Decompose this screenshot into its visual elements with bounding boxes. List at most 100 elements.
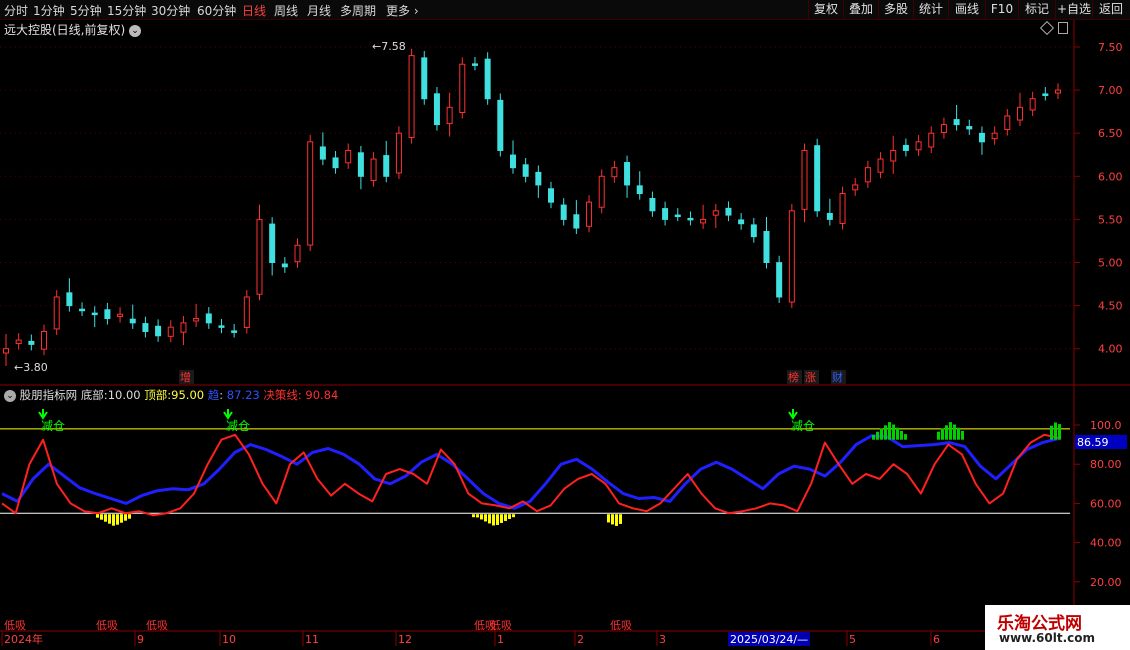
current-value-text: 86.59: [1077, 436, 1109, 449]
candle-body: [864, 167, 871, 183]
bottom-zone-bar: [508, 514, 511, 519]
bottom-zone-bar: [116, 514, 119, 525]
candle-body: [509, 154, 516, 169]
top-zone-bar: [937, 431, 940, 440]
bottom-zone-bar: [124, 514, 127, 521]
candle-body: [294, 244, 301, 263]
bottom-zone-bar: [120, 514, 123, 523]
indicator-tick-label: 40.00: [1090, 537, 1122, 550]
candle-body: [218, 325, 225, 328]
cursor-date-label: 2025/03/24/—: [730, 633, 808, 646]
candle-body: [269, 223, 276, 263]
price-tick-label: 4.50: [1098, 300, 1123, 313]
candle-body: [231, 330, 238, 333]
chart-canvas[interactable]: 7.50 7.00 6.50 6.00 5.50 5.00 4.50 4.00 ←7.58 ←3.…: [0, 0, 1130, 650]
top-zone-bar: [904, 434, 907, 440]
candle-body: [41, 330, 48, 350]
candle-body: [408, 55, 415, 139]
top-zone-bar: [953, 424, 956, 440]
candle-body: [459, 63, 466, 114]
time-tick-label: 5: [849, 633, 856, 646]
candle-body: [636, 185, 643, 195]
candle-body: [826, 212, 833, 220]
candle-body: [1016, 106, 1023, 121]
top-zone-bar: [949, 422, 952, 440]
buy-signal-label: 低吸: [610, 619, 632, 632]
buy-signal-label: 低吸: [96, 619, 118, 632]
sell-arrow-icon: [38, 409, 48, 420]
event-mark: 财: [832, 370, 843, 384]
price-tick-label: 7.50: [1098, 41, 1123, 54]
time-tick-label: 2: [577, 633, 584, 646]
price-tick-label: 7.00: [1098, 84, 1123, 97]
candle-body: [15, 339, 22, 345]
bottom-zone-bar: [104, 514, 107, 522]
candle-body: [725, 207, 732, 216]
bottom-zone-bar: [492, 514, 495, 526]
time-tick-label: 12: [398, 633, 412, 646]
candle-body: [611, 167, 618, 178]
event-mark: 涨: [805, 371, 816, 384]
bottom-zone-bar: [480, 514, 483, 520]
candle-body: [814, 145, 821, 212]
candle-body: [307, 141, 314, 246]
bottom-zone-bar: [512, 514, 515, 518]
candle-body: [433, 93, 440, 126]
candle-body: [852, 184, 859, 191]
indicator-tick-label: 60.00: [1090, 497, 1122, 510]
top-zone-bar: [945, 425, 948, 440]
candle-body: [1055, 89, 1061, 94]
top-zone-bar: [896, 427, 899, 440]
candle-body: [750, 224, 757, 238]
price-tick-label: 6.50: [1098, 127, 1123, 140]
candle-body: [1042, 93, 1049, 96]
candle-body: [155, 325, 162, 337]
decision-line-red: [1, 433, 1059, 517]
time-tick-label: 3: [659, 633, 666, 646]
top-zone-bar: [961, 430, 964, 440]
bottom-zone-bar: [619, 514, 622, 524]
price-tick-label: 5.00: [1098, 257, 1123, 270]
top-zone-bar: [888, 422, 891, 440]
time-tick-label: 9: [137, 633, 144, 646]
top-zone-bar: [880, 428, 883, 440]
indicator-header: ⌄ 股朋指标网 底部:10.00 顶部:95.00 趋: 87.23 决策线: …: [4, 387, 338, 403]
candle-body: [243, 296, 250, 328]
sell-arrow-icon: [223, 409, 233, 420]
candle-body: [497, 99, 504, 151]
price-tick-label: 5.50: [1098, 213, 1123, 226]
candle-body: [890, 149, 897, 162]
candle-body: [966, 126, 973, 130]
top-zone-bar: [876, 431, 879, 440]
time-tick-label: 6: [933, 633, 940, 646]
candle-body: [193, 318, 200, 322]
buy-signal-label: 低吸: [4, 619, 26, 632]
candle-body: [3, 348, 9, 354]
low-price-label: ←3.80: [14, 361, 48, 374]
candle-body: [801, 149, 808, 210]
candle-body: [1004, 115, 1011, 131]
candle-body: [471, 63, 478, 66]
candle-body: [662, 208, 669, 220]
candle-body: [28, 340, 35, 345]
candle-body: [319, 146, 326, 160]
top-zone-bar: [884, 425, 887, 440]
candle-body: [902, 144, 909, 151]
top-zone-bar: [1058, 424, 1061, 440]
top-zone-bar: [1054, 422, 1057, 440]
chevron-down-icon[interactable]: ⌄: [4, 389, 16, 402]
trend-line-blue: [1, 434, 1059, 510]
candle-body: [421, 57, 428, 100]
buy-signal-label: 低吸: [490, 619, 512, 632]
bottom-zone-bar: [96, 514, 99, 518]
top-zone-bar: [957, 427, 960, 440]
top-zone-bar: [900, 430, 903, 440]
candle-body: [256, 218, 263, 295]
candle-body: [370, 158, 377, 182]
top-zone-bar: [892, 424, 895, 440]
candle-body: [763, 230, 770, 263]
top-zone-bar: [872, 434, 875, 440]
candle-body: [395, 132, 402, 174]
high-price-label: ←7.58: [372, 40, 406, 53]
candle-body: [700, 218, 707, 224]
